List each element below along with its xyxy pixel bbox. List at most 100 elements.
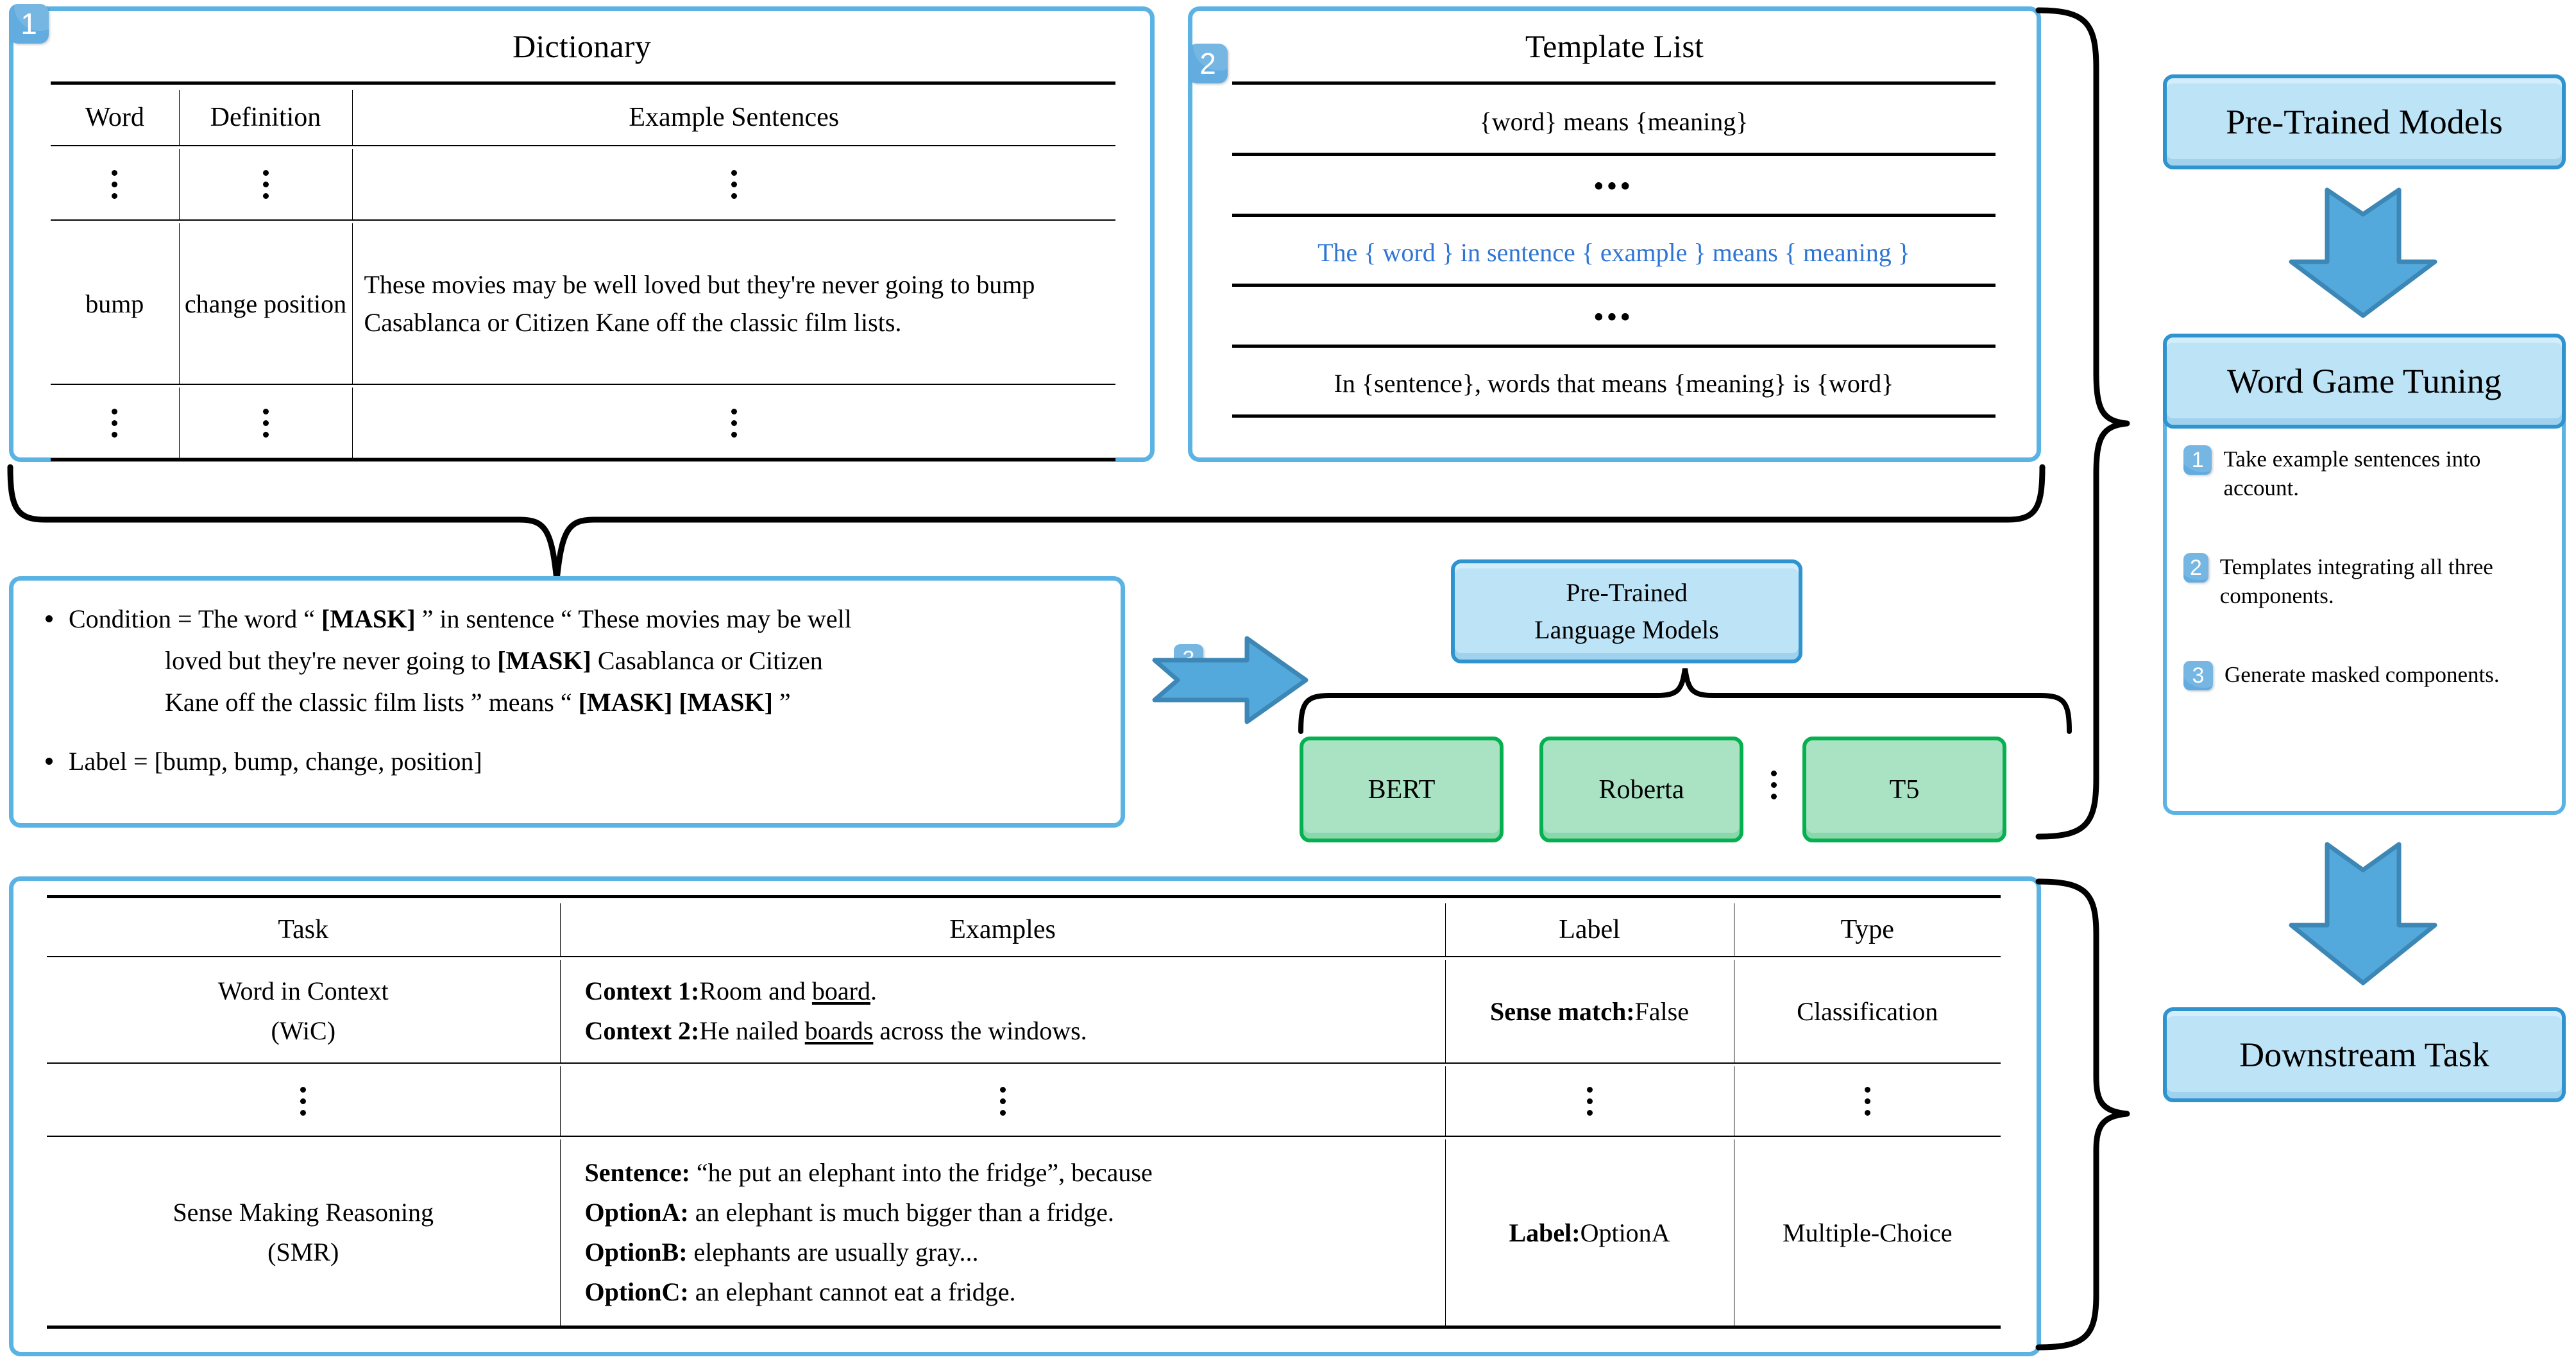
mask-token: [MASK] bbox=[321, 604, 416, 633]
task-label-wic: Sense match:False bbox=[1445, 960, 1734, 1063]
horizontal-dots-icon: ••• bbox=[1593, 303, 1634, 332]
vertical-dots-icon bbox=[1446, 1086, 1734, 1116]
vertical-dots-icon bbox=[180, 169, 352, 199]
badge-step-2: 2 bbox=[1188, 44, 1228, 83]
label-item: Label = [bump, bump, change, position] bbox=[40, 741, 1092, 783]
word-game-tuning-box: Word Game Tuning bbox=[2163, 334, 2566, 429]
condition-list: Condition = The word “ [MASK] ” in sente… bbox=[40, 599, 1092, 783]
model-label: T5 bbox=[1889, 774, 1920, 805]
down-arrow-icon-1 bbox=[2289, 187, 2437, 318]
task-table-header-row: Task Examples Label Type bbox=[47, 903, 2001, 957]
pretrained-language-models-box: Pre-Trained Language Models bbox=[1451, 559, 1802, 663]
word-game-tuning-label: Word Game Tuning bbox=[2227, 362, 2502, 400]
template-row: {word} means {meaning} bbox=[1232, 90, 1996, 155]
task-name-smr: Sense Making Reasoning (SMR) bbox=[173, 1198, 434, 1266]
task-name-wic: Word in Context (WiC) bbox=[217, 976, 389, 1045]
table-row-dots bbox=[47, 1066, 2001, 1136]
dictionary-col-definition: Definition bbox=[178, 90, 352, 146]
template-text: {word} means {meaning} bbox=[1479, 107, 1749, 136]
dictionary-col-word: Word bbox=[85, 103, 144, 132]
task-table: Task Examples Label Type Word in Context… bbox=[47, 895, 2001, 1334]
dictionary-cell-word: bump bbox=[85, 289, 144, 318]
table-row: Word in Context (WiC) Context 1:Room and… bbox=[47, 960, 2001, 1063]
vertical-dots-icon bbox=[51, 169, 179, 199]
vertical-dots-icon bbox=[561, 1086, 1445, 1116]
badge-step-1: 1 bbox=[9, 4, 49, 44]
horizontal-dots-icon: ••• bbox=[1593, 172, 1634, 201]
template-row: In {sentence}, words that means {meaning… bbox=[1232, 352, 1996, 416]
condition-item: Condition = The word “ [MASK] ” in sente… bbox=[40, 599, 1092, 723]
condition-panel: Condition = The word “ [MASK] ” in sente… bbox=[9, 576, 1125, 828]
example-line: Context 2:He nailed boards across the wi… bbox=[584, 1016, 1087, 1045]
dictionary-title: Dictionary bbox=[513, 28, 651, 64]
condition-line3-a: Kane off the classic film lists ” means … bbox=[165, 687, 579, 717]
task-examples-smr: Sentence: “he put an elephant into the f… bbox=[559, 1139, 1445, 1327]
task-col-label: Label bbox=[1445, 903, 1734, 957]
pretrained-models-label: Pre-Trained Models bbox=[2226, 103, 2503, 141]
downstream-task-label: Downstream Task bbox=[2239, 1036, 2489, 1074]
tuning-step-3-text: Generate masked components. bbox=[2224, 662, 2500, 687]
model-label: BERT bbox=[1368, 774, 1436, 805]
vertical-dots-icon bbox=[353, 408, 1116, 438]
dictionary-cell-definition: change position bbox=[178, 223, 352, 384]
downstream-task-box: Downstream Task bbox=[2163, 1007, 2566, 1102]
task-col-type: Type bbox=[1733, 903, 2001, 957]
tuning-step-2-text: Templates integrating all three componen… bbox=[2219, 554, 2493, 608]
models-brace bbox=[1298, 668, 2072, 734]
plm-title-line1: Pre-Trained bbox=[1566, 578, 1688, 607]
template-list-table: {word} means {meaning} ••• The { word } … bbox=[1232, 81, 1996, 423]
template-row-highlighted: The { word } in sentence { example } mea… bbox=[1232, 221, 1996, 286]
tuning-step-3: 3 Generate masked components. bbox=[2183, 661, 2550, 690]
template-text: In {sentence}, words that means {meaning… bbox=[1334, 368, 1894, 398]
tuning-step-2: 2 Templates integrating all three compon… bbox=[2183, 553, 2550, 611]
model-box-roberta: Roberta bbox=[1539, 737, 1743, 842]
down-arrow-icon-2 bbox=[2289, 842, 2437, 985]
table-row bbox=[51, 149, 1115, 220]
condition-label: Condition = bbox=[69, 604, 192, 633]
vertical-dots-icon bbox=[47, 1086, 560, 1116]
dictionary-panel: Dictionary Word Definition Example Sente… bbox=[9, 6, 1155, 466]
mask-token: [MASK] bbox=[578, 687, 673, 717]
models-vertical-dots-icon bbox=[1761, 765, 1786, 805]
condition-line2-b: Casablanca or Citizen bbox=[591, 645, 823, 675]
task-examples-wic: Context 1:Room and board. Context 2:He n… bbox=[559, 960, 1445, 1063]
task-type-wic: Classification bbox=[1733, 960, 2001, 1063]
template-list-panel: Template List {word} means {meaning} •••… bbox=[1188, 6, 2041, 462]
task-label-smr: Label:OptionA bbox=[1445, 1139, 1734, 1327]
example-line: Context 1:Room and board. bbox=[584, 976, 877, 1005]
tuning-step-1-text: Take example sentences into account. bbox=[2223, 447, 2481, 500]
mask-token: [MASK] bbox=[679, 687, 773, 717]
example-line: OptionC: an elephant cannot eat a fridge… bbox=[584, 1277, 1016, 1306]
tuning-brace bbox=[2035, 7, 2130, 840]
pretrained-models-box: Pre-Trained Models bbox=[2163, 74, 2566, 169]
dictionary-cell-example: These movies may be well loved but they'… bbox=[352, 223, 1115, 384]
model-box-bert: BERT bbox=[1300, 737, 1504, 842]
task-col-examples: Examples bbox=[559, 903, 1445, 957]
template-text-highlighted: The { word } in sentence { example } mea… bbox=[1318, 237, 1910, 267]
model-label: Roberta bbox=[1598, 774, 1684, 805]
table-row bbox=[51, 388, 1115, 460]
example-line: OptionB: elephants are usually gray... bbox=[584, 1238, 979, 1266]
downstream-brace bbox=[2035, 878, 2130, 1351]
condition-line1-a: The word “ bbox=[198, 604, 322, 633]
tuning-step-1: 1 Take example sentences into account. bbox=[2183, 445, 2550, 503]
badge-substep-1: 1 bbox=[2183, 445, 2212, 475]
condition-line1-b: ” in sentence “ These movies may be well bbox=[415, 604, 852, 633]
dictionary-col-examples: Example Sentences bbox=[352, 90, 1115, 146]
condition-line3-b: ” bbox=[772, 687, 791, 717]
vertical-dots-icon bbox=[353, 169, 1116, 199]
template-row-dots: ••• bbox=[1232, 160, 1996, 216]
example-line: Sentence: “he put an elephant into the f… bbox=[584, 1158, 1153, 1187]
badge-substep-2: 2 bbox=[2183, 553, 2208, 583]
badge-substep-3: 3 bbox=[2183, 661, 2213, 690]
table-row: Sense Making Reasoning (SMR) Sentence: “… bbox=[47, 1139, 2001, 1327]
mask-token: [MASK] bbox=[497, 645, 591, 675]
condition-line2-a: loved but they're never going to bbox=[165, 645, 498, 675]
task-table-panel: Task Examples Label Type Word in Context… bbox=[9, 876, 2041, 1356]
task-type-smr: Multiple-Choice bbox=[1733, 1139, 2001, 1327]
vertical-dots-icon bbox=[51, 408, 179, 438]
dictionary-table: Word Definition Example Sentences bump c… bbox=[51, 81, 1115, 466]
task-col-task: Task bbox=[278, 915, 329, 944]
example-line: OptionA: an elephant is much bigger than… bbox=[584, 1198, 1114, 1227]
vertical-dots-icon bbox=[1734, 1086, 2001, 1116]
